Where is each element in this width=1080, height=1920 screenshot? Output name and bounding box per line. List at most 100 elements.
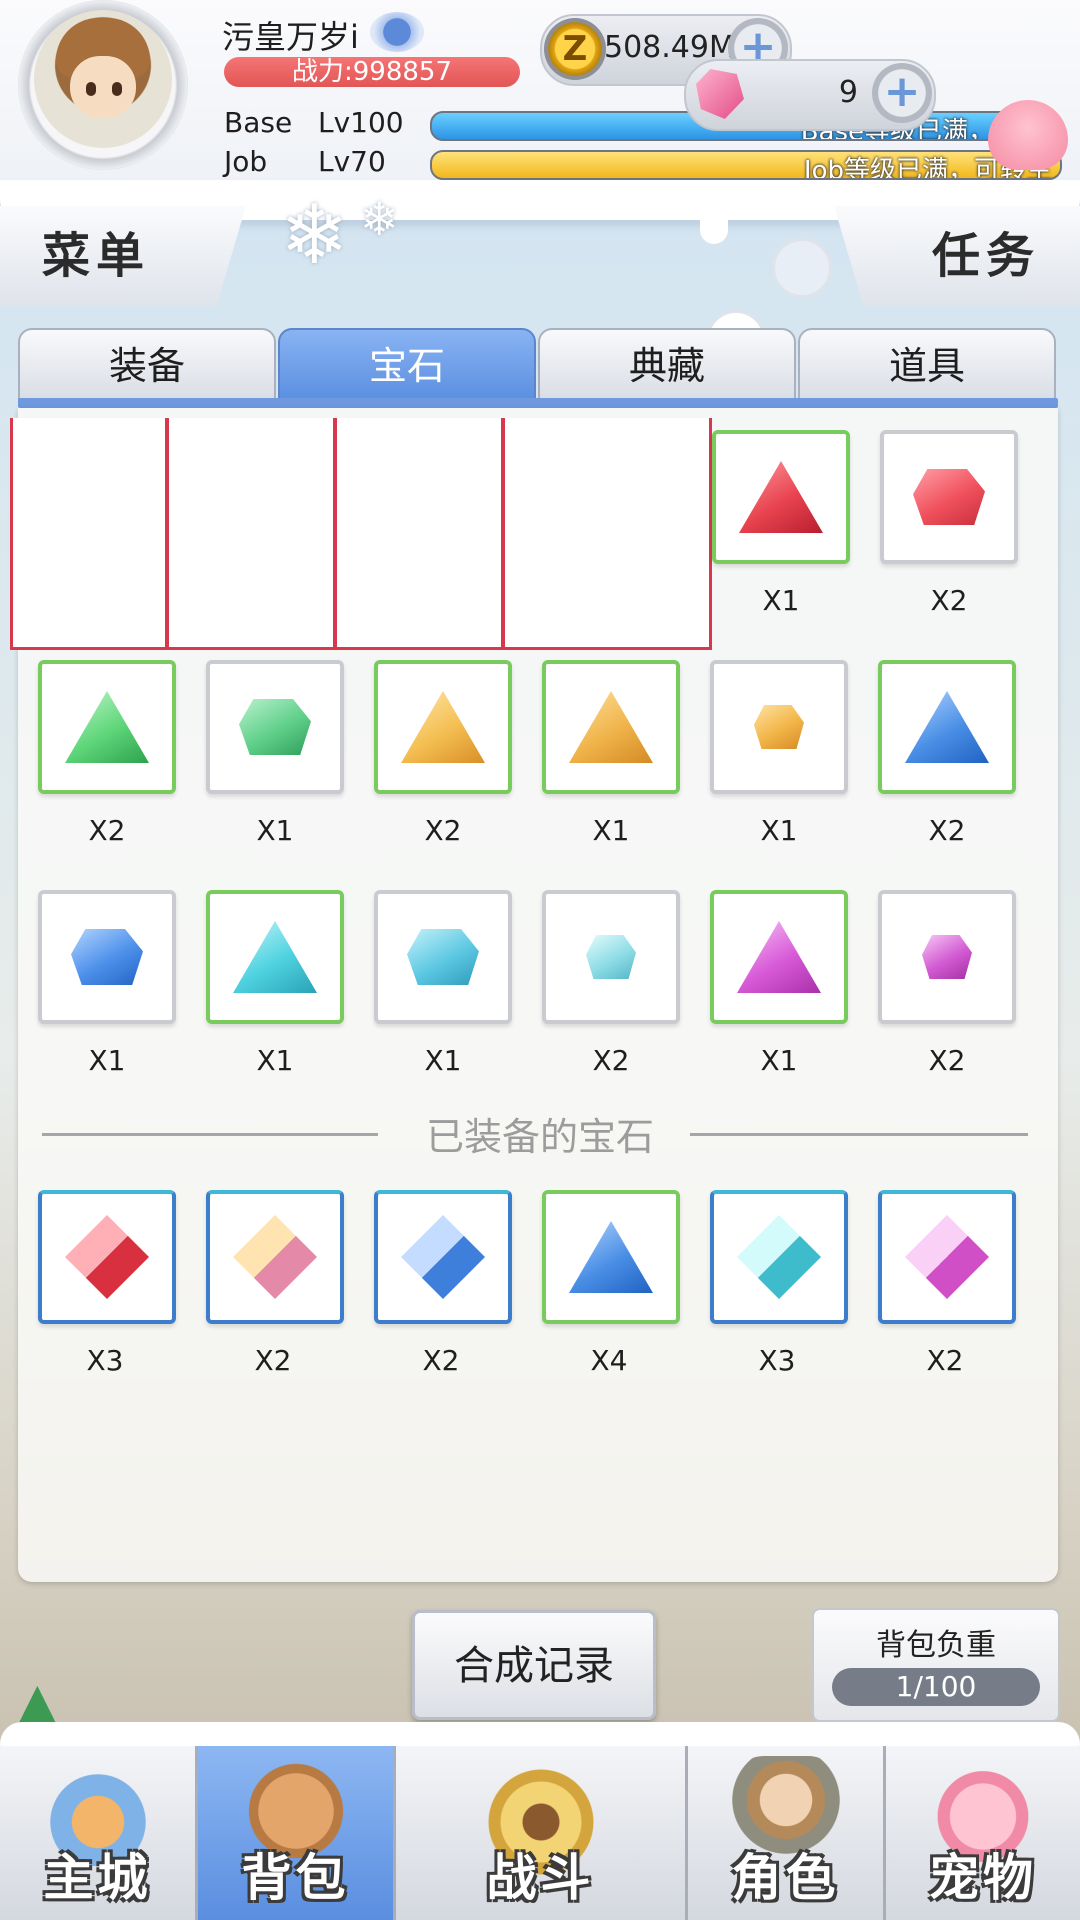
equipped-gem-slot[interactable]	[206, 1190, 344, 1324]
gem-count: X2	[254, 1344, 292, 1377]
blank-slot	[334, 418, 504, 650]
bag-weight-panel: 背包负重 1/100	[812, 1608, 1060, 1722]
menu-button[interactable]: 菜单	[0, 206, 246, 306]
blank-slot	[166, 418, 336, 650]
synthesis-record-button[interactable]: 合成记录	[412, 1610, 656, 1720]
nav-main-city[interactable]: 主城	[0, 1746, 198, 1920]
player-header: 污皇万岁i 战力:998857 Base Lv100 Base等级已满，可 Jo…	[0, 0, 1080, 190]
pink-diamond-icon	[905, 1215, 989, 1299]
job-label: Job	[224, 145, 268, 178]
equipped-gem-slot[interactable]	[878, 1190, 1016, 1324]
gem-count: X2	[926, 1344, 964, 1377]
gem-slot[interactable]	[710, 890, 848, 1024]
nav-backpack[interactable]: 背包	[198, 1746, 396, 1920]
gem-slot[interactable]	[206, 890, 344, 1024]
nav-label: 角色	[731, 1849, 840, 1907]
red-gem-icon	[739, 461, 823, 533]
gem-slot[interactable]	[712, 430, 850, 564]
zeny-coin-icon: Z	[544, 18, 606, 80]
bag-tabs: 装备 宝石 典藏 道具	[18, 328, 1058, 406]
gem-count: X2	[424, 814, 462, 847]
nav-label: 宠物	[929, 1849, 1037, 1907]
yellow-gem-icon	[569, 691, 653, 763]
blank-slot	[10, 418, 168, 650]
tab-items[interactable]: 道具	[798, 328, 1056, 402]
gem-slot[interactable]	[374, 890, 512, 1024]
base-label: Base	[224, 106, 293, 139]
blue-diamond-icon	[401, 1215, 485, 1299]
tab-equipment[interactable]: 装备	[18, 328, 276, 402]
gem-slot[interactable]	[38, 890, 176, 1024]
gem-count: X1	[760, 1044, 798, 1077]
base-level: Lv100	[318, 106, 404, 139]
gem-count: X2	[422, 1344, 460, 1377]
gem-count: X2	[592, 1044, 630, 1077]
cyan-diamond-icon	[737, 1215, 821, 1299]
gem-count: X1	[762, 584, 800, 617]
ornament-icon	[772, 238, 832, 298]
gem-count: X1	[760, 814, 798, 847]
nav-battle[interactable]: 战斗	[396, 1746, 688, 1920]
tab-gems[interactable]: 宝石	[278, 328, 536, 402]
gem-slot[interactable]	[878, 890, 1016, 1024]
yellow-ore-icon	[754, 705, 804, 749]
gem-count: X2	[928, 814, 966, 847]
blank-slot	[502, 418, 712, 650]
combat-power: 战力:998857	[224, 57, 520, 87]
equipped-gems-title: 已装备的宝石	[425, 1115, 654, 1159]
gem-count: X4	[590, 1344, 628, 1377]
yellow-gem-icon	[401, 691, 485, 763]
gem-slot[interactable]	[374, 660, 512, 794]
icicle-icon	[700, 196, 728, 244]
green-gem-icon	[65, 691, 149, 763]
gem-slot[interactable]	[880, 430, 1018, 564]
gem-slot[interactable]	[878, 660, 1016, 794]
purple-ore-icon	[922, 935, 972, 979]
nav-character[interactable]: 角色	[688, 1746, 886, 1920]
vip-badge-icon[interactable]	[370, 12, 424, 52]
bag-weight-label: 背包负重	[876, 1628, 996, 1663]
gold-diamond-icon	[233, 1215, 317, 1299]
equipped-gem-slot[interactable]	[374, 1190, 512, 1324]
snowflake-icon: ❄	[360, 192, 399, 246]
equipped-gem-slot[interactable]	[542, 1190, 680, 1324]
nav-label: 战斗	[486, 1849, 595, 1907]
gem-count: X2	[930, 584, 968, 617]
equipped-gem-slot[interactable]	[710, 1190, 848, 1324]
gem-slot[interactable]	[542, 660, 680, 794]
blue-gem-icon	[569, 1221, 653, 1293]
gem-value: 9	[838, 75, 858, 110]
tab-collection[interactable]: 典藏	[538, 328, 796, 402]
gem-slot[interactable]	[542, 890, 680, 1024]
light-cyan-ore-icon	[586, 935, 636, 979]
job-level: Lv70	[318, 145, 386, 178]
nav-label: 主城	[43, 1849, 152, 1907]
tab-underline	[18, 398, 1058, 408]
blue-ore-icon	[71, 929, 143, 985]
green-ore-icon	[239, 699, 311, 755]
gem-count: X1	[256, 814, 294, 847]
pink-crystal-icon	[696, 69, 744, 119]
gem-count: X1	[256, 1044, 294, 1077]
gem-count: X2	[928, 1044, 966, 1077]
cyan-ore-icon	[407, 929, 479, 985]
equipped-gem-slot[interactable]	[38, 1190, 176, 1324]
gem-count: X3	[758, 1344, 796, 1377]
gem-count: X3	[86, 1344, 124, 1377]
player-name: 污皇万岁i	[222, 18, 359, 56]
cyan-gem-icon	[233, 921, 317, 993]
bag-weight-value: 1/100	[832, 1668, 1040, 1706]
nav-label: 背包	[241, 1849, 350, 1907]
gem-slot[interactable]	[206, 660, 344, 794]
gem-count: X1	[424, 1044, 462, 1077]
gem-slot[interactable]	[38, 660, 176, 794]
add-gem-button[interactable]: +	[872, 63, 932, 123]
red-diamond-icon	[65, 1215, 149, 1299]
quest-button[interactable]: 任务	[834, 206, 1080, 306]
purple-gem-icon	[737, 921, 821, 993]
poring-pet-icon[interactable]	[988, 100, 1068, 170]
avatar[interactable]	[34, 10, 172, 148]
nav-pet[interactable]: 宠物	[886, 1746, 1080, 1920]
gem-slot[interactable]	[710, 660, 848, 794]
gem-counter: 9 +	[684, 59, 936, 131]
